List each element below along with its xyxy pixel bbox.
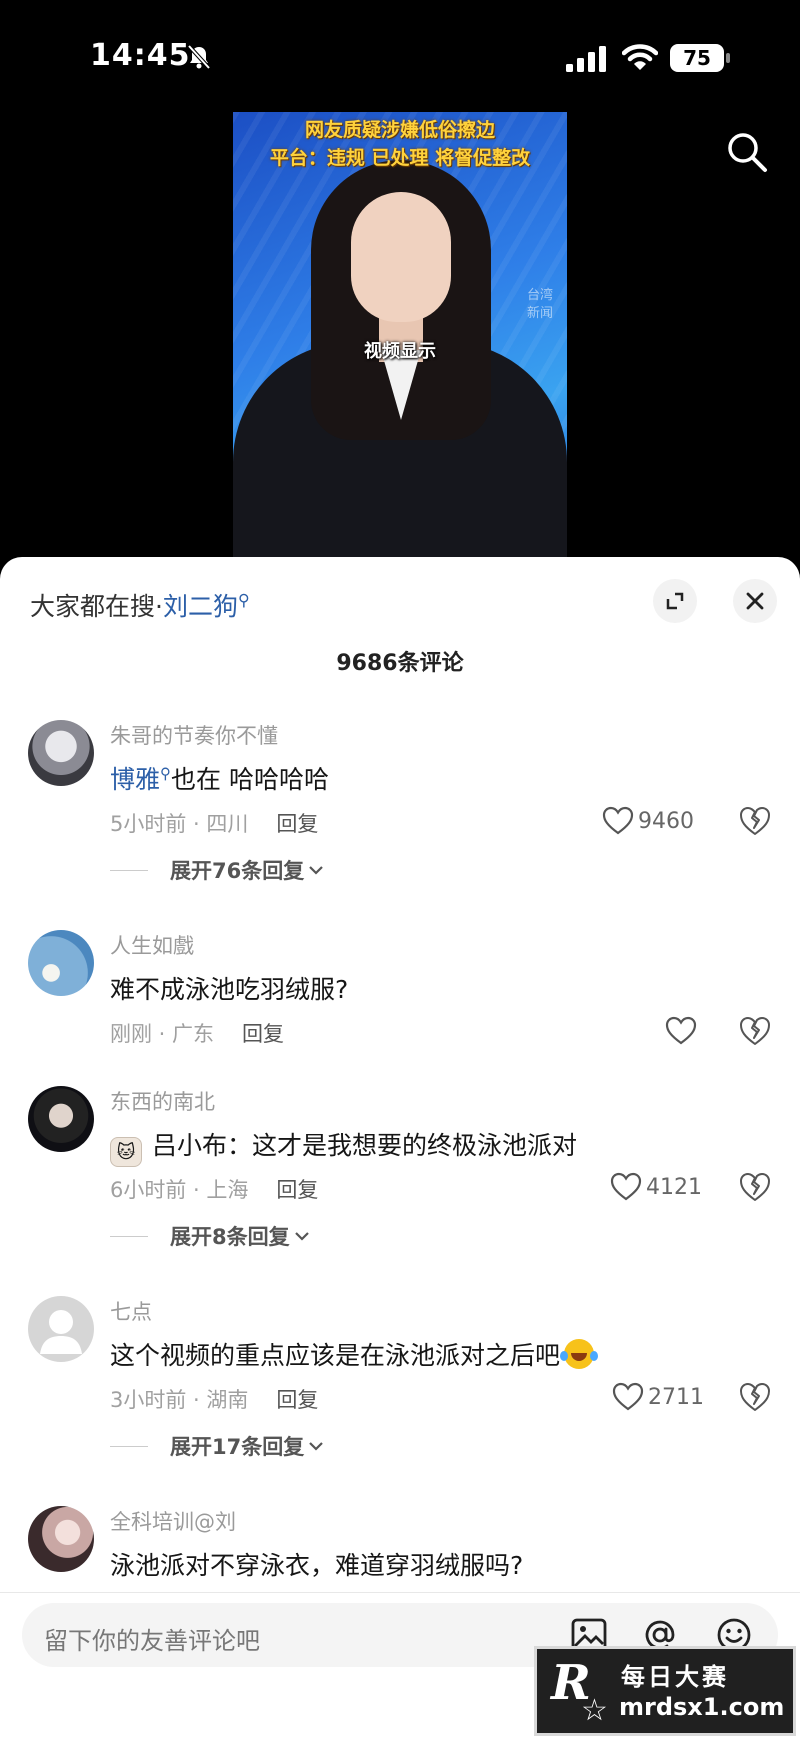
chevron-down-icon (309, 866, 324, 875)
heart-icon (602, 806, 634, 835)
like-button[interactable]: 4121 (610, 1170, 702, 1204)
like-count: 2711 (648, 1384, 704, 1410)
search-icon[interactable] (725, 130, 769, 174)
broken-heart-icon[interactable] (738, 804, 772, 838)
comment-meta: 刚刚 · 广东 回复 (110, 1018, 284, 1048)
avatar[interactable] (28, 930, 94, 996)
like-count: 9460 (638, 808, 694, 834)
expand-panel-button[interactable] (653, 579, 697, 623)
comment-username[interactable]: 七点 (110, 1296, 152, 1326)
like-button[interactable]: 2711 (612, 1380, 704, 1414)
star-icon: ☆ (581, 1693, 608, 1728)
video-player[interactable]: 网友质疑涉嫌低俗擦边 平台：违规 已处理 将督促整改 台湾 新闻 视频显示 (0, 110, 800, 560)
expand-replies-label: 展开17条回复 (170, 1435, 305, 1459)
cat-emoji-icon: 🐱 (110, 1137, 142, 1167)
expand-replies[interactable]: 展开8条回复 (110, 1221, 310, 1251)
status-time: 14:45 (90, 38, 191, 73)
video-frame[interactable]: 网友质疑涉嫌低俗擦边 平台：违规 已处理 将督促整改 台湾 新闻 视频显示 (233, 112, 567, 560)
comment-text: 泳池派对不穿泳衣，难道穿羽绒服吗? (110, 1546, 523, 1582)
comment-count: 9686条评论 (336, 651, 464, 676)
heart-icon (610, 1172, 642, 1201)
heart-icon (665, 1016, 697, 1045)
comment-body: 难不成泳池吃羽绒服? (110, 975, 349, 1004)
site-watermark-logo: R ☆ 每日大赛 mrdsx1.com (534, 1646, 796, 1736)
hot-search-bar[interactable]: 大家都在搜·刘二狗⚲ (30, 587, 250, 623)
reply-button[interactable]: 回复 (242, 1022, 284, 1046)
chevron-down-icon (309, 1442, 324, 1451)
laughing-crying-emoji-icon (560, 1339, 599, 1369)
reply-button[interactable]: 回复 (276, 1388, 318, 1412)
divider (110, 869, 148, 871)
like-count: 4121 (646, 1174, 702, 1200)
close-panel-button[interactable] (733, 579, 777, 623)
logo-line1: 每日大赛 (621, 1663, 729, 1691)
chevron-down-icon (294, 1232, 309, 1241)
comment-body: 这个视频的重点应该是在泳池派对之后吧 (110, 1341, 561, 1370)
expand-replies-label: 展开76条回复 (170, 859, 305, 883)
avatar[interactable] (28, 720, 94, 786)
like-button[interactable]: 9460 (602, 804, 694, 838)
comment-meta: 5小时前 · 四川 回复 (110, 808, 318, 838)
cellular-signal-icon (566, 46, 606, 72)
comment-body: 泳池派对不穿泳衣，难道穿羽绒服吗? (110, 1551, 524, 1580)
avatar[interactable] (28, 1086, 94, 1152)
like-button[interactable] (665, 1014, 697, 1048)
comment-username[interactable]: 东西的南北 (110, 1086, 215, 1116)
close-icon (746, 592, 764, 610)
expand-replies-label: 展开8条回复 (170, 1225, 290, 1249)
hot-search-magnifier-icon: ⚲ (237, 590, 250, 610)
video-headline: 网友质疑涉嫌低俗擦边 平台：违规 已处理 将督促整改 (233, 116, 567, 172)
comment-username[interactable]: 朱哥的节奏你不懂 (110, 720, 278, 750)
video-headline-line1: 网友质疑涉嫌低俗擦边 (304, 119, 495, 141)
reply-button[interactable]: 回复 (276, 1178, 318, 1202)
comment-body: 也在 哈哈哈哈 (171, 765, 329, 794)
comment-text: 难不成泳池吃羽绒服? (110, 970, 348, 1006)
comment-input-placeholder: 留下你的友善评论吧 (44, 1627, 260, 1655)
avatar[interactable] (28, 1296, 94, 1362)
broken-heart-icon[interactable] (738, 1014, 772, 1048)
expand-replies[interactable]: 展开76条回复 (110, 855, 324, 885)
wifi-icon (622, 44, 658, 70)
comments-panel: 大家都在搜·刘二狗⚲ 9686条评论 朱哥的节奏你不懂 博雅⚲也在 哈哈哈哈 5… (0, 557, 800, 1739)
comment-username[interactable]: 人生如戲 (110, 930, 194, 960)
video-headline-line2: 平台：违规 已处理 将督促整改 (269, 147, 531, 169)
video-caption: 视频显示 (364, 341, 436, 362)
comment-time-location: 刚刚 · 广东 (110, 1022, 215, 1046)
comment-username[interactable]: 全科培训@刘 (110, 1506, 236, 1536)
anchor-face (351, 192, 451, 322)
comment-text: 博雅⚲也在 哈哈哈哈 (110, 760, 329, 796)
divider (110, 1235, 148, 1237)
comment-meta: 3小时前 · 湖南 回复 (110, 1384, 318, 1414)
hot-search-prefix: 大家都在搜· (30, 592, 163, 621)
comment-time-location: 5小时前 · 四川 (110, 812, 249, 836)
comment-text: 🐱 吕小布：这才是我想要的终极泳池派对 (110, 1126, 577, 1167)
comment-meta: 6小时前 · 上海 回复 (110, 1174, 318, 1204)
comment-mention[interactable]: 博雅 (110, 765, 160, 794)
comment-body: 吕小布：这才是我想要的终极泳池派对 (152, 1131, 578, 1160)
expand-replies[interactable]: 展开17条回复 (110, 1431, 324, 1461)
heart-icon (612, 1382, 644, 1411)
comment-time-location: 3小时前 · 湖南 (110, 1388, 249, 1412)
status-bar: 14:45 75 (0, 0, 800, 110)
divider (110, 1445, 148, 1447)
comment-text: 这个视频的重点应该是在泳池派对之后吧 (110, 1336, 599, 1372)
broken-heart-icon[interactable] (738, 1170, 772, 1204)
hot-search-term[interactable]: 刘二狗 (163, 592, 238, 621)
expand-icon (666, 592, 684, 610)
reply-button[interactable]: 回复 (276, 812, 318, 836)
broken-heart-icon[interactable] (738, 1380, 772, 1414)
default-avatar-icon (40, 1310, 82, 1354)
video-watermark: 台湾 新闻 (526, 288, 553, 321)
comment-time-location: 6小时前 · 上海 (110, 1178, 249, 1202)
logo-line2: mrdsx1.com (619, 1693, 785, 1721)
bell-muted-icon (187, 44, 211, 70)
mention-magnifier-icon: ⚲ (160, 764, 172, 783)
battery-indicator: 75 (670, 44, 730, 72)
avatar[interactable] (28, 1506, 94, 1572)
